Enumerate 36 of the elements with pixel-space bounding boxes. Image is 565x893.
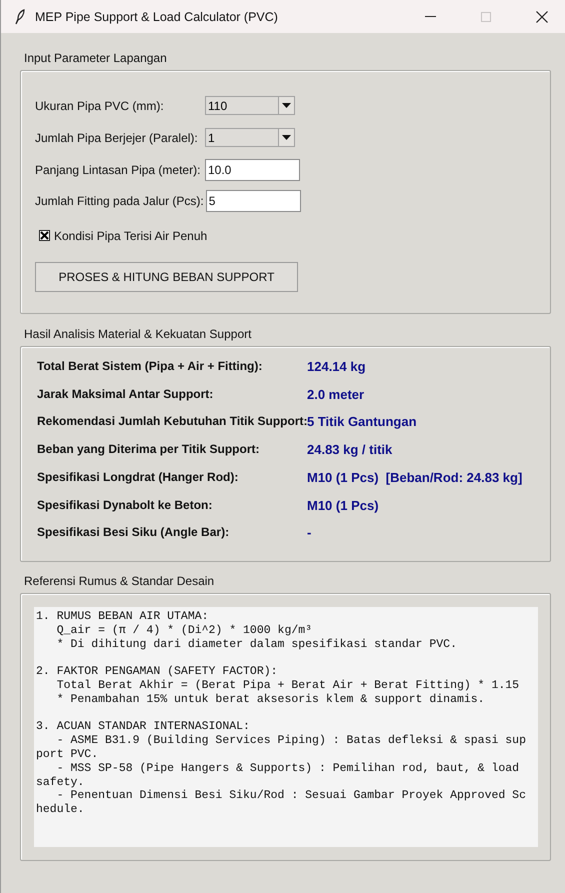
result-value: M10 (1 Pcs) [Beban/Rod: 24.83 kg] — [307, 470, 522, 485]
section-title: Referensi Rumus & Standar Desain — [23, 574, 216, 588]
result-label: Spesifikasi Besi Siku (Angle Bar): — [37, 525, 230, 540]
dropdown[interactable]: 110 — [205, 96, 295, 116]
result-label: Beban yang Diterima per Titik Support: — [37, 442, 260, 456]
result-value: 2.0 meter — [307, 386, 364, 402]
feather-icon — [15, 8, 25, 24]
result-label: Rekomendasi Jumlah Kebutuhan Titik Support: — [37, 414, 307, 428]
result-value: - — [307, 525, 312, 540]
result-label: Total Berat Sistem (Pipa + Air + Fitting): — [37, 359, 264, 373]
checkbox-label: Kondisi Pipa Terisi Air Penuh — [54, 228, 208, 243]
calculate-button[interactable]: PROSES & HITUNG BEBAN SUPPORT — [35, 262, 298, 292]
field-label: Ukuran Pipa PVC (mm): — [35, 98, 165, 113]
input-field[interactable]: 10.0 — [205, 158, 300, 181]
result-value: 124.14 kg — [307, 359, 366, 374]
checkbox[interactable] — [39, 230, 50, 242]
result-label: Jarak Maksimal Antar Support: — [37, 386, 214, 401]
caret-icon — [282, 103, 291, 108]
section-title: Input Parameter Lapangan — [23, 51, 168, 65]
maximize-icon — [481, 12, 491, 22]
field-label: Jumlah Fitting pada Jalur (Pcs): — [35, 194, 205, 208]
window-title: MEP Pipe Support & Load Calculator (PVC) — [35, 10, 279, 24]
result-value: 24.83 kg / titik — [307, 442, 392, 458]
result-value: M10 (1 Pcs) — [307, 498, 379, 513]
close-icon — [536, 10, 548, 22]
input-field[interactable]: 5 — [206, 190, 301, 212]
reference-text: 1. RUMUS BEBAN AIR UTAMA: Q_air = (π / 4) * (Di^2) * 1000 kg/m³ * Di dihitung dari diameter dalam spesifikasi standar PVC. 2. FAKTOR PENGAMAN (SAFETY FACTOR): Total Berat Akhir = (Berat Pipa + Berat Air + Berat Fitting) * 1.15 * Penambahan 15% untuk berat aksesoris klem & support dinamis. 3. ACUAN STANDAR INTERNASIONAL: - ASME B31.9 (Building Services Piping) : Batas defleksi & spasi sup port PVC. - MSS SP-58 (Pipe Hangers & Supports) : Pemilihan rod, baut, & load safety. - Penentuan Dimensi Besi Siku/Rod : Sesuai Gambar Proyek Approved Sc hedule. — [34, 607, 538, 847]
section-title: Hasil Analisis Material & Kekuatan Support — [23, 327, 252, 341]
field-label: Jumlah Pipa Berjejer (Paralel): — [35, 130, 199, 145]
field-label: Panjang Lintasan Pipa (meter): — [35, 162, 202, 177]
result-label: Spesifikasi Longdrat (Hanger Rod): — [37, 470, 240, 484]
result-label: Spesifikasi Dynabolt ke Beton: — [37, 498, 214, 512]
caret-icon — [282, 135, 291, 140]
result-value: 5 Titik Gantungan — [307, 414, 417, 430]
dropdown[interactable]: 1 — [205, 128, 295, 148]
minimize-icon — [424, 16, 436, 17]
